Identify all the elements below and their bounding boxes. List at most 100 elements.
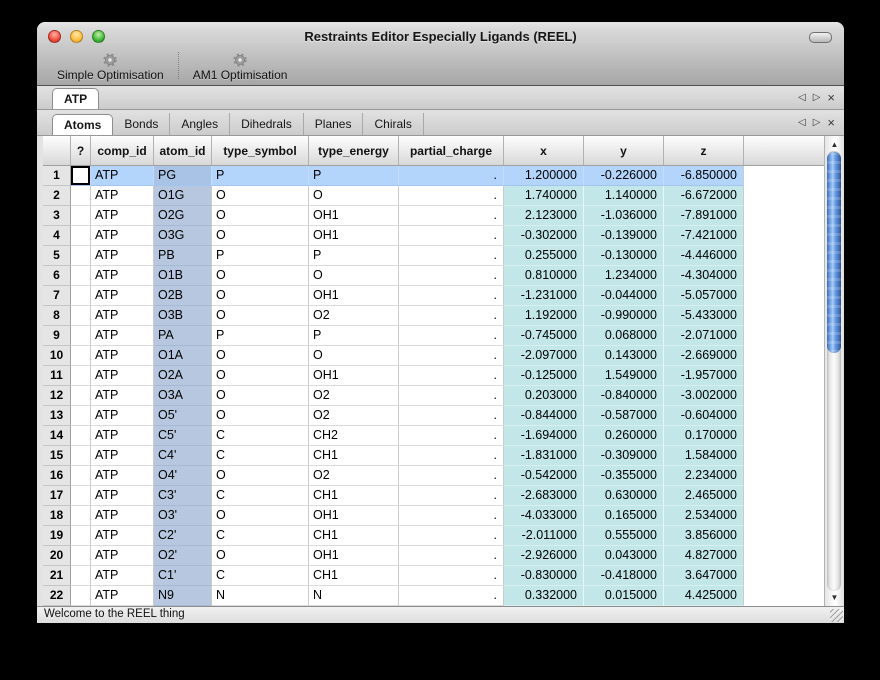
table-row[interactable]: 2ATPO1GOO.1.7400001.140000-6.672000 (43, 186, 824, 206)
cell-num[interactable]: 16 (43, 466, 71, 486)
cell-charge[interactable]: . (399, 466, 504, 486)
cell-atom[interactable]: O3B (154, 306, 212, 326)
cell-comp[interactable]: ATP (91, 286, 154, 306)
cell-x[interactable]: 0.203000 (504, 386, 584, 406)
cell-z[interactable]: -4.446000 (664, 246, 744, 266)
cell-charge[interactable]: . (399, 486, 504, 506)
cell-x[interactable]: -2.926000 (504, 546, 584, 566)
cell-atom[interactable]: O2B (154, 286, 212, 306)
cell-comp[interactable]: ATP (91, 306, 154, 326)
tab-scroll-right-icon[interactable]: ▷ (813, 92, 821, 103)
cell-z[interactable]: 2.465000 (664, 486, 744, 506)
cell-sym[interactable]: P (212, 326, 309, 346)
cell-comp[interactable]: ATP (91, 246, 154, 266)
cell-energy[interactable]: CH1 (309, 486, 399, 506)
cell-y[interactable]: 1.549000 (584, 366, 664, 386)
cell-sym[interactable]: C (212, 566, 309, 586)
cell-num[interactable]: 6 (43, 266, 71, 286)
table-row[interactable]: 20ATPO2'OOH1.-2.9260000.0430004.827000 (43, 546, 824, 566)
cell-q[interactable] (71, 306, 91, 326)
cell-num[interactable]: 3 (43, 206, 71, 226)
cell-energy[interactable]: O (309, 186, 399, 206)
cell-charge[interactable]: . (399, 546, 504, 566)
table-row[interactable]: 4ATPO3GOOH1.-0.302000-0.139000-7.421000 (43, 226, 824, 246)
cell-y[interactable]: -0.226000 (584, 166, 664, 186)
cell-sym[interactable]: O (212, 386, 309, 406)
cell-num[interactable]: 1 (43, 166, 71, 186)
cell-x[interactable]: -1.694000 (504, 426, 584, 446)
cell-z[interactable]: 3.856000 (664, 526, 744, 546)
cell-atom[interactable]: O1G (154, 186, 212, 206)
table-row[interactable]: 22ATPN9NN.0.3320000.0150004.425000 (43, 586, 824, 606)
cell-comp[interactable]: ATP (91, 586, 154, 606)
cell-z[interactable]: 2.534000 (664, 506, 744, 526)
cell-charge[interactable]: . (399, 226, 504, 246)
table-row[interactable]: 5ATPPBPP.0.255000-0.130000-4.446000 (43, 246, 824, 266)
cell-atom[interactable]: O3' (154, 506, 212, 526)
cell-energy[interactable]: CH1 (309, 526, 399, 546)
cell-y[interactable]: -0.418000 (584, 566, 664, 586)
cell-atom[interactable]: O1B (154, 266, 212, 286)
cell-sym[interactable]: O (212, 466, 309, 486)
header-comp-id[interactable]: comp_id (91, 136, 154, 165)
cell-x[interactable]: -1.831000 (504, 446, 584, 466)
cell-y[interactable]: 1.140000 (584, 186, 664, 206)
cell-x[interactable]: -4.033000 (504, 506, 584, 526)
table-row[interactable]: 15ATPC4'CCH1.-1.831000-0.3090001.584000 (43, 446, 824, 466)
cell-y[interactable]: 0.068000 (584, 326, 664, 346)
cell-z[interactable]: -2.669000 (664, 346, 744, 366)
cell-charge[interactable]: . (399, 506, 504, 526)
cell-y[interactable]: 0.015000 (584, 586, 664, 606)
cell-x[interactable]: -2.011000 (504, 526, 584, 546)
header-type-symbol[interactable]: type_symbol (212, 136, 309, 165)
cell-y[interactable]: -0.044000 (584, 286, 664, 306)
cell-sym[interactable]: O (212, 506, 309, 526)
cell-sym[interactable]: O (212, 286, 309, 306)
tab-atp[interactable]: ATP (52, 88, 99, 109)
vertical-scrollbar[interactable]: ▲ ▼ (824, 136, 844, 606)
cell-charge[interactable]: . (399, 166, 504, 186)
cell-q[interactable] (71, 506, 91, 526)
tab-scroll-left-icon[interactable]: ◁ (798, 117, 806, 128)
tab-scroll-right-icon[interactable]: ▷ (813, 117, 821, 128)
table-row[interactable]: 3ATPO2GOOH1.2.123000-1.036000-7.891000 (43, 206, 824, 226)
am1-optimisation-button[interactable]: AM1 Optimisation (181, 50, 300, 82)
cell-charge[interactable]: . (399, 206, 504, 226)
cell-q[interactable] (71, 406, 91, 426)
toolbar-toggle-button[interactable] (809, 32, 832, 43)
cell-sym[interactable]: N (212, 586, 309, 606)
cell-z[interactable]: 2.234000 (664, 466, 744, 486)
cell-energy[interactable]: O2 (309, 386, 399, 406)
cell-sym[interactable]: C (212, 426, 309, 446)
cell-z[interactable]: 0.170000 (664, 426, 744, 446)
cell-y[interactable]: -0.840000 (584, 386, 664, 406)
resize-grip[interactable] (830, 609, 843, 622)
table-row[interactable]: 19ATPC2'CCH1.-2.0110000.5550003.856000 (43, 526, 824, 546)
cell-energy[interactable]: O (309, 266, 399, 286)
cell-sym[interactable]: O (212, 406, 309, 426)
cell-sym[interactable]: O (212, 546, 309, 566)
cell-atom[interactable]: PG (154, 166, 212, 186)
cell-charge[interactable]: . (399, 346, 504, 366)
tab-atoms[interactable]: Atoms (52, 114, 113, 135)
cell-comp[interactable]: ATP (91, 346, 154, 366)
cell-q[interactable] (71, 566, 91, 586)
table-row[interactable]: 7ATPO2BOOH1.-1.231000-0.044000-5.057000 (43, 286, 824, 306)
cell-energy[interactable]: CH1 (309, 566, 399, 586)
cell-sym[interactable]: C (212, 486, 309, 506)
cell-num[interactable]: 15 (43, 446, 71, 466)
table-row[interactable]: 1ATPPGPP.1.200000-0.226000-6.850000 (43, 166, 824, 186)
cell-comp[interactable]: ATP (91, 526, 154, 546)
scrollbar-thumb[interactable] (827, 152, 841, 353)
cell-num[interactable]: 9 (43, 326, 71, 346)
cell-num[interactable]: 10 (43, 346, 71, 366)
cell-q[interactable] (71, 346, 91, 366)
cell-atom[interactable]: O2' (154, 546, 212, 566)
cell-x[interactable]: 1.740000 (504, 186, 584, 206)
cell-energy[interactable]: O2 (309, 306, 399, 326)
cell-charge[interactable]: . (399, 586, 504, 606)
cell-y[interactable]: 0.043000 (584, 546, 664, 566)
table-row[interactable]: 21ATPC1'CCH1.-0.830000-0.4180003.647000 (43, 566, 824, 586)
cell-q[interactable] (71, 266, 91, 286)
header-x[interactable]: x (504, 136, 584, 165)
